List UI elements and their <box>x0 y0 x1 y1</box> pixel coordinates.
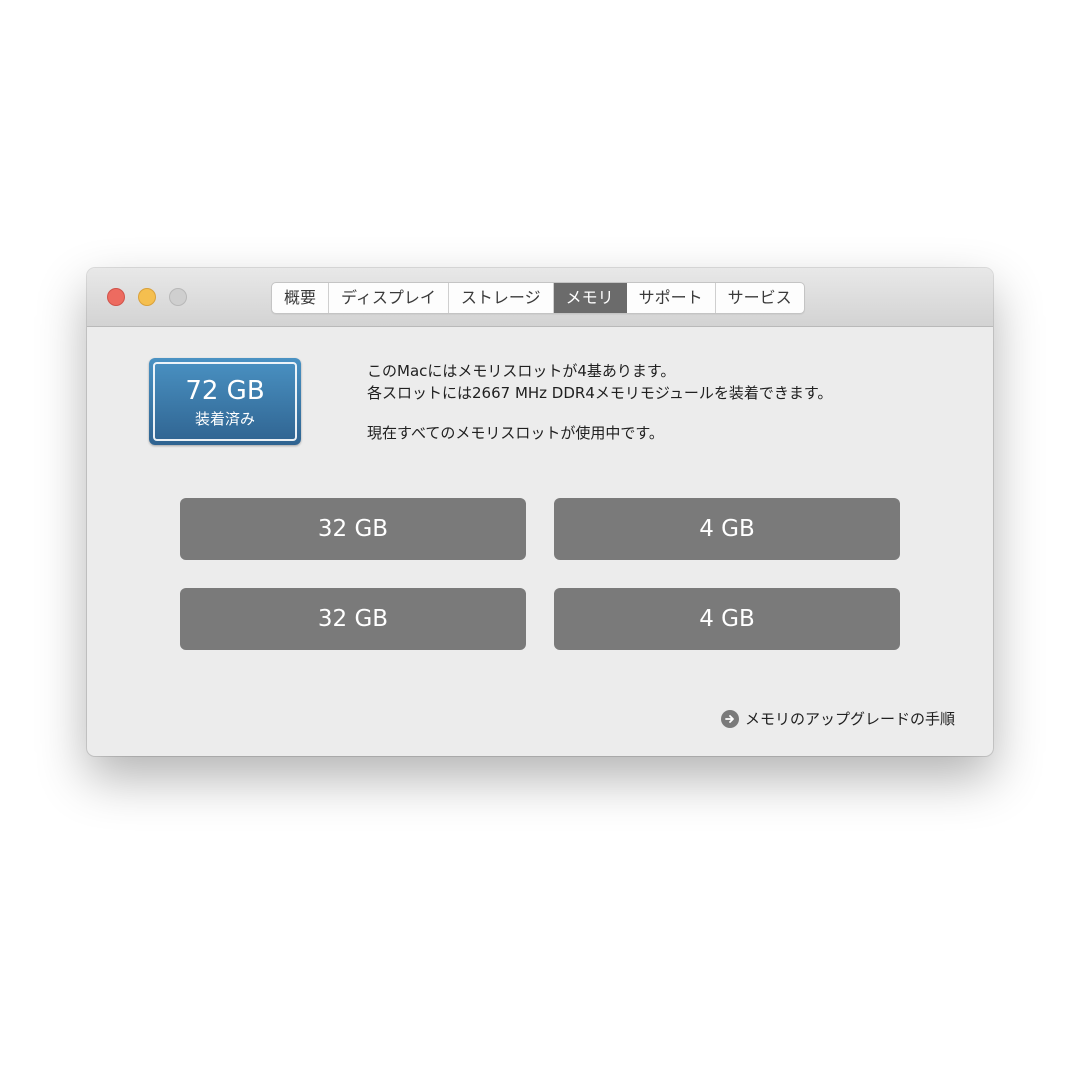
installed-memory-badge: 72 GB 装着済み <box>149 358 301 445</box>
tab-service[interactable]: サービス <box>716 283 804 313</box>
close-window-button[interactable] <box>107 288 125 306</box>
tab-bar: 概要 ディスプレイ ストレージ メモリ サポート サービス <box>271 282 805 314</box>
arrow-right-circle-icon <box>720 709 739 728</box>
memory-module-spec-text: 各スロットには2667 MHz DDR4メモリモジュールを装着できます。 <box>367 384 833 402</box>
zoom-window-button[interactable] <box>169 288 187 306</box>
installed-memory-size: 72 GB <box>185 376 265 406</box>
memory-slot-1: 32 GB <box>180 498 526 560</box>
minimize-window-button[interactable] <box>138 288 156 306</box>
installed-memory-frame: 72 GB 装着済み <box>153 362 297 441</box>
memory-info-text: このMacにはメモリスロットが4基あります。 各スロットには2667 MHz D… <box>367 360 832 444</box>
memory-slot-3: 32 GB <box>180 588 526 650</box>
memory-upgrade-instructions-label[interactable]: メモリのアップグレードの手順 <box>745 708 955 729</box>
tab-memory[interactable]: メモリ <box>553 283 627 313</box>
memory-slot-2: 4 GB <box>554 498 900 560</box>
installed-memory-label: 装着済み <box>194 410 255 428</box>
memory-slot-4: 4 GB <box>554 588 900 650</box>
tab-storage[interactable]: ストレージ <box>449 283 554 313</box>
about-this-mac-window: 概要 ディスプレイ ストレージ メモリ サポート サービス 72 GB 装着済み… <box>87 268 993 756</box>
memory-slot-count-text: このMacにはメモリスロットが4基あります。 <box>367 362 676 380</box>
tab-support[interactable]: サポート <box>627 283 716 313</box>
memory-upgrade-instructions-link[interactable]: メモリのアップグレードの手順 <box>720 708 955 729</box>
tab-displays[interactable]: ディスプレイ <box>329 283 449 313</box>
tab-overview[interactable]: 概要 <box>272 283 330 313</box>
title-bar: 概要 ディスプレイ ストレージ メモリ サポート サービス <box>87 268 993 327</box>
memory-slot-status-text: 現在すべてのメモリスロットが使用中です。 <box>367 424 664 442</box>
